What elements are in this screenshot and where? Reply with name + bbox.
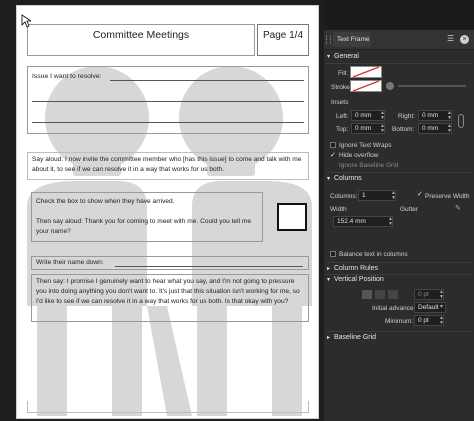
document-page[interactable]: Committee Meetings Page 1/4 Issue I want… (16, 5, 319, 419)
promise-text: Then say: I promise I genuinely want to … (36, 278, 300, 305)
issue-line-2 (32, 101, 304, 102)
section-columns[interactable]: Columns (334, 175, 362, 182)
issue-line-1 (110, 80, 304, 81)
fill-label: Fill: (338, 70, 349, 77)
width-label: Width (330, 206, 347, 213)
name-line (115, 266, 303, 267)
section-general[interactable]: General (334, 53, 359, 60)
drag-handle-icon[interactable] (326, 35, 331, 44)
say-aloud-text: Say aloud: I now invite the committee me… (32, 156, 302, 173)
left-inset-stepper-icon[interactable]: ▲ ▼ (380, 111, 385, 121)
section-baseline-grid[interactable]: Baseline Grid (334, 334, 376, 341)
divider (326, 63, 472, 64)
columns-label: Columns: (330, 193, 358, 200)
vertical-align-icon[interactable] (375, 290, 385, 299)
gutter-label: Gutter (400, 206, 419, 213)
divider (326, 172, 472, 173)
arrival-text-2: Then say aloud: Thank you for coming to … (36, 218, 252, 235)
divider (326, 262, 472, 263)
mouse-cursor-icon (21, 14, 31, 28)
columns-stepper-icon[interactable]: ▲ ▼ (391, 191, 396, 201)
width-stepper-icon[interactable]: ▲ ▼ (388, 217, 393, 227)
stroke-width-icon[interactable] (386, 82, 394, 90)
initial-advance-label: Initial advance: (372, 305, 416, 312)
page-number: Page 1/4 (262, 30, 304, 41)
page-title: Committee Meetings (92, 29, 190, 41)
issue-line-3 (32, 122, 304, 123)
ignore-text-wraps-label: Ignore Text Wraps (339, 142, 392, 149)
vertical-align-icon[interactable] (388, 290, 398, 299)
vertical-offset-stepper-icon[interactable]: ▲ ▼ (439, 290, 444, 300)
ignore-text-wraps-checkbox[interactable] (330, 142, 336, 148)
balance-text-label: Balance text in columns (339, 251, 408, 258)
minimum-label: Minimum: (385, 318, 414, 325)
chevron-down-icon[interactable]: ▾ (327, 276, 330, 283)
balance-text-checkbox[interactable] (330, 251, 336, 257)
stroke-label: Stroke: (331, 84, 352, 91)
left-inset-label: Left: (336, 113, 349, 120)
arrival-text-1: Check the box to show when they have arr… (36, 198, 175, 205)
chevron-right-icon[interactable]: ▸ (327, 334, 330, 341)
divider (326, 274, 472, 275)
width-field[interactable]: 152.4 mm (333, 216, 393, 227)
insets-label: Insets (331, 99, 349, 106)
right-inset-label: Right: (398, 113, 415, 120)
issue-label: Issue I want to resolve: (32, 73, 102, 80)
name-label: Write their name down: (36, 259, 104, 266)
divider (326, 331, 472, 332)
chevron-right-icon[interactable]: ▸ (327, 265, 330, 272)
minimum-stepper-icon[interactable]: ▲ ▼ (439, 316, 444, 326)
pencil-icon[interactable]: ✎ (455, 204, 461, 212)
section-column-rules[interactable]: Column Rules (334, 265, 378, 272)
hide-overflow-check-icon[interactable]: ✓ (330, 152, 336, 159)
hide-overflow-label: Hide overflow (339, 152, 379, 159)
stroke-width-slider[interactable] (398, 85, 466, 87)
link-insets-icon[interactable] (458, 114, 464, 128)
vertical-align-icon[interactable] (362, 290, 372, 299)
close-icon[interactable]: × (460, 35, 469, 44)
arrival-checkbox[interactable] (277, 203, 307, 231)
chevron-down-icon[interactable]: ▾ (327, 53, 330, 60)
stroke-swatch[interactable] (350, 80, 382, 92)
section-vertical-position[interactable]: Vertical Position (334, 276, 384, 283)
preserve-width-check-icon[interactable]: ✓ (417, 191, 423, 198)
bottom-frame (27, 401, 309, 413)
preserve-width-label: Preserve Width (425, 193, 470, 200)
right-inset-stepper-icon[interactable]: ▲ ▼ (447, 111, 452, 121)
panel-menu-icon[interactable]: ☰ (447, 35, 454, 43)
top-inset-stepper-icon[interactable]: ▲ ▼ (380, 124, 385, 134)
tab-text-frame-label: Text Frame (337, 36, 370, 43)
bottom-inset-stepper-icon[interactable]: ▲ ▼ (447, 124, 452, 134)
fill-swatch[interactable] (350, 66, 382, 78)
ignore-baseline-grid-label[interactable]: Ignore Baseline Grid (339, 162, 398, 169)
chevron-down-icon[interactable]: ▾ (440, 303, 443, 310)
chevron-down-icon[interactable]: ▾ (327, 175, 330, 182)
bottom-inset-label: Bottom: (392, 126, 415, 133)
top-inset-label: Top: (336, 126, 349, 133)
